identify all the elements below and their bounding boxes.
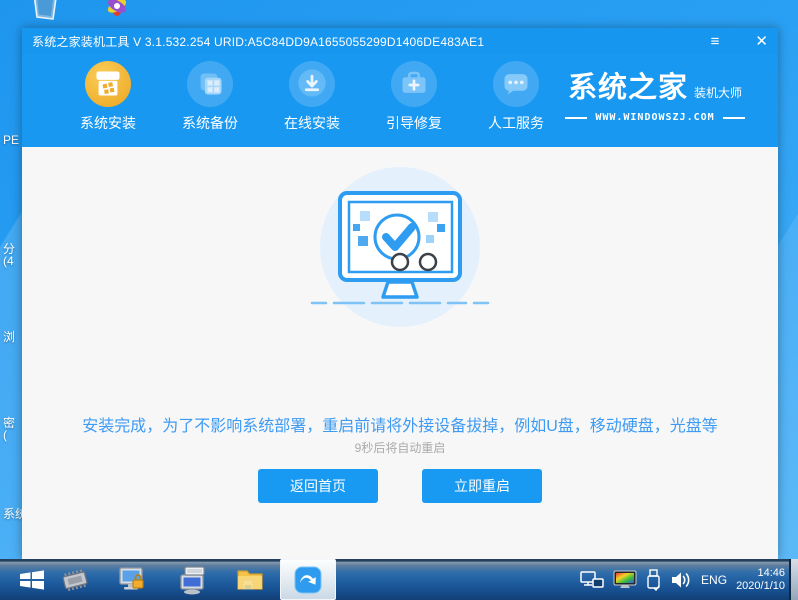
nav-label: 在线安装 (284, 115, 340, 131)
display-settings-icon[interactable] (613, 570, 637, 590)
taskbar-item-input-tool[interactable] (170, 559, 214, 600)
start-button[interactable] (10, 559, 54, 600)
nav-item-system-install[interactable]: 系统安装 (57, 54, 159, 147)
desktop-label-fragment: ( (3, 428, 7, 442)
return-home-button[interactable]: 返回首页 (258, 469, 378, 503)
taskbar-item-lock-screen-tool[interactable] (110, 559, 154, 600)
system-tray: ENG 14:46 2020/1/10 (580, 559, 785, 600)
main-content: 安装完成，为了不影响系统部署，重启前请将外接设备拔掉，例如U盘，移动硬盘，光盘等… (22, 147, 778, 559)
taskbar-item-file-explorer[interactable] (228, 559, 272, 600)
nav-bar: 系统安装 系统备份 在线安装 引导修复 人工服务 系统之家 装机大师 WWW.W… (22, 54, 778, 147)
nav-label: 系统备份 (182, 115, 238, 131)
brand-tagline: 装机大师 (694, 86, 743, 100)
clock-date: 2020/1/10 (736, 579, 785, 592)
success-illustration (300, 155, 500, 340)
nav-item-boot-repair[interactable]: 引导修复 (363, 54, 465, 147)
desktop-label-fragment: (4 (3, 254, 14, 268)
logo-dash (722, 116, 745, 119)
memory-chip-icon (62, 568, 88, 591)
nav-label: 引导修复 (386, 115, 442, 131)
nav-label: 系统安装 (80, 115, 136, 131)
desktop-label-fragment: 浏 (3, 330, 16, 344)
show-desktop-button[interactable] (789, 559, 798, 600)
restart-countdown: 9秒后将自动重启 (354, 441, 446, 455)
windows-logo-icon (20, 569, 44, 590)
taskbar-item-installer-app-active[interactable] (280, 559, 336, 600)
volume-icon[interactable] (670, 570, 692, 590)
usb-device-icon[interactable] (646, 568, 661, 591)
keyboard-monitor-icon (180, 565, 205, 594)
desktop: PE 分 (4 浏 密 ( 系统 系统之家装机工具 V 3.1.532.254 … (0, 0, 798, 600)
nav-label: 人工服务 (488, 115, 544, 131)
close-icon[interactable]: ✕ (755, 34, 768, 49)
installer-app-icon (294, 566, 322, 593)
installer-window: 系统之家装机工具 V 3.1.532.254 URID:A5C84DD9A165… (22, 28, 778, 559)
folder-icon (237, 569, 263, 590)
brand-name: 系统之家 (567, 72, 688, 104)
logo-dash (565, 116, 588, 119)
brand-site: WWW.WINDOWSZJ.COM (595, 112, 715, 123)
network-icon[interactable] (580, 570, 604, 589)
language-indicator[interactable]: ENG (701, 573, 727, 587)
window-title: 系统之家装机工具 V 3.1.532.254 URID:A5C84DD9A165… (32, 34, 485, 49)
desktop-label-fragment: PE (3, 133, 20, 147)
desktop-icon-monitor[interactable] (30, 0, 60, 25)
online-install-icon (289, 61, 335, 107)
nav-item-system-backup[interactable]: 系统备份 (159, 54, 261, 147)
system-backup-icon (187, 61, 233, 107)
manual-service-icon (493, 61, 539, 107)
taskbar-clock[interactable]: 14:46 2020/1/10 (736, 567, 785, 593)
taskbar: ENG 14:46 2020/1/10 (0, 559, 798, 600)
restart-now-button[interactable]: 立即重启 (422, 469, 542, 503)
completion-message: 安装完成，为了不影响系统部署，重启前请将外接设备拔掉，例如U盘，移动硬盘，光盘等 (82, 418, 718, 435)
clock-time: 14:46 (757, 566, 785, 579)
brand-logo: 系统之家 装机大师 WWW.WINDOWSZJ.COM (550, 64, 760, 123)
nav-item-online-install[interactable]: 在线安装 (261, 54, 363, 147)
monitor-lock-icon (119, 566, 144, 589)
system-install-icon (85, 61, 131, 107)
titlebar[interactable]: 系统之家装机工具 V 3.1.532.254 URID:A5C84DD9A165… (22, 28, 778, 54)
taskbar-item-memory-tool[interactable] (54, 559, 98, 600)
boot-repair-icon (391, 61, 437, 107)
menu-icon[interactable]: ≡ (711, 34, 720, 49)
desktop-icon-pinwheel[interactable] (100, 0, 134, 28)
button-row: 返回首页 立即重启 (22, 469, 778, 503)
